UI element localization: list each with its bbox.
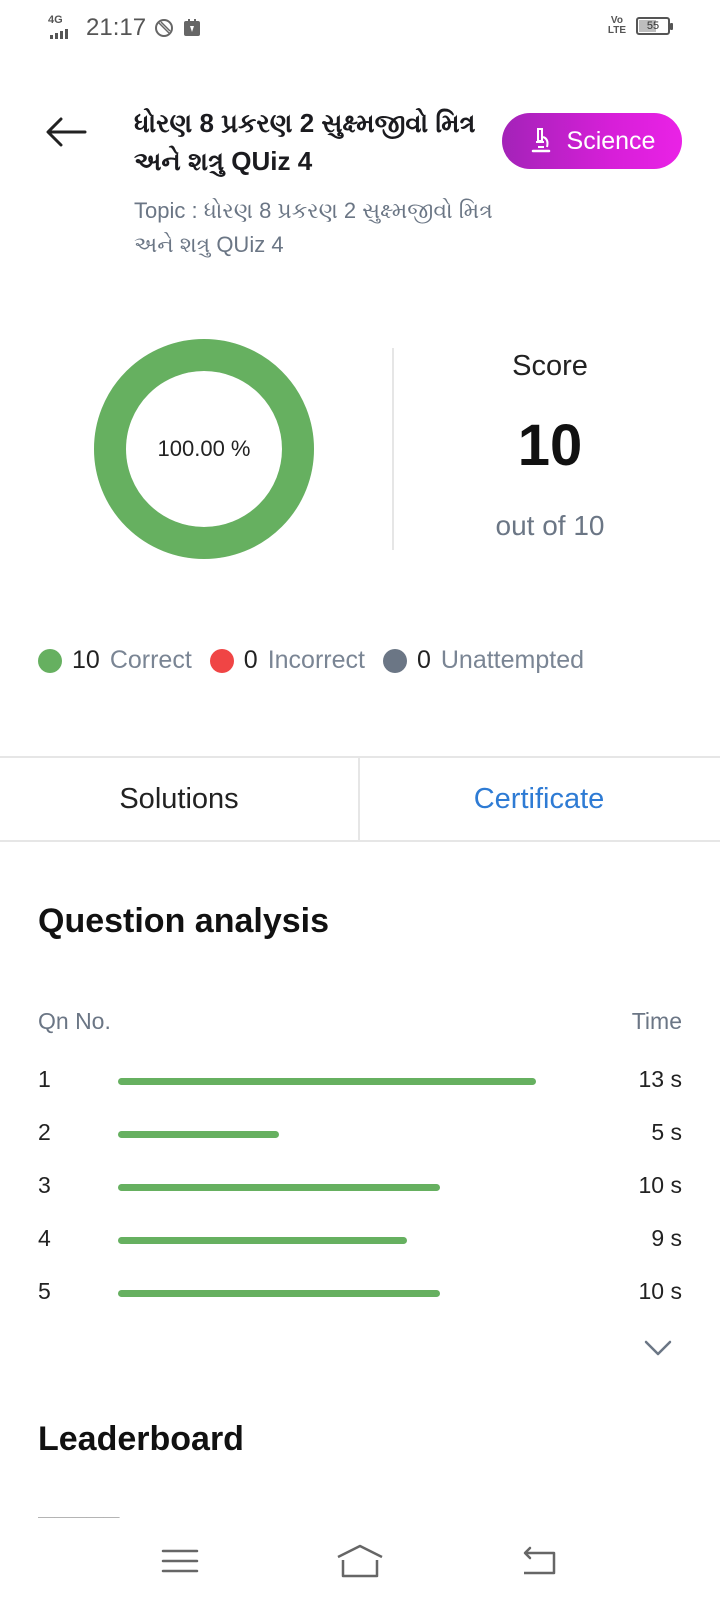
question-number: 4 [38,1225,51,1251]
time-bar [118,1290,440,1297]
nav-home-button[interactable] [330,1538,390,1584]
incorrect-count: 0 [243,646,258,674]
microscope-icon [531,128,550,153]
status-time: 21:17 [86,14,147,41]
leaderboard-header-cutoff: ───── [38,1500,678,1518]
time-bar [118,1184,440,1191]
data-saver-icon [154,18,174,38]
question-time: 5 s [651,1119,682,1145]
question-row: 3 10 s [38,1168,682,1208]
score-donut: 100.00 % [92,337,316,561]
question-time: 10 s [638,1278,682,1304]
score-percent: 100.00 % [157,436,251,461]
time-bar [118,1078,536,1085]
home-icon [337,1544,383,1578]
volte-icon: Vo LTE [607,15,626,36]
time-column-header: Time [631,1008,682,1034]
question-row: 5 10 s [38,1274,682,1314]
network-signal-icon: 4G [48,15,78,41]
score-divider [392,348,394,550]
score-out-of: out of 10 [495,510,605,541]
battery-level: 55 [646,20,660,32]
unattempted-count: 0 [416,646,431,674]
nav-menu-button[interactable] [150,1538,210,1584]
quiz-title: ધોરણ 8 પ્રકરણ 2 સુક્ષ્મજીવો મિત્ર અને શત… [134,108,476,176]
time-bar [118,1237,407,1244]
correct-count: 10 [72,646,100,674]
battery-icon: 55 [636,17,673,35]
status-right: Vo LTE 55 [607,15,673,36]
tab-solutions[interactable]: Solutions [0,758,360,840]
tab-certificate[interactable]: Certificate [360,758,718,840]
expand-questions-button[interactable] [640,1334,676,1362]
quiz-result-screen: 4G 21:17 Vo LTE 55 ધોરણ 8 પ્રકરણ 2 સુક્ષ્… [0,0,720,1600]
question-row: 1 13 s [38,1062,682,1102]
question-time: 9 s [651,1225,682,1251]
arrow-left-icon [46,117,87,147]
system-nav-bar [0,1518,720,1600]
time-bar [118,1131,279,1138]
unattempted-dot [382,648,407,673]
question-number: 2 [38,1119,51,1145]
notification-app-icon [182,18,202,38]
incorrect-dot [209,648,234,673]
qn-column-header: Qn No. [38,1008,111,1034]
question-time: 10 s [638,1172,682,1198]
unattempted-label: Unattempted [440,646,584,674]
question-number: 3 [38,1172,51,1198]
topic-label: Topic : [134,198,198,223]
cutoff-text: ───── [38,1504,120,1518]
score-value: 10 [517,413,583,478]
question-time: 13 s [638,1066,682,1092]
topic-line: Topic : ધોરણ 8 પ્રકરણ 2 સુક્ષ્મજીવો મિત્… [134,194,494,262]
correct-label: Correct [109,646,192,674]
status-bar: 4G 21:17 Vo LTE 55 [0,0,720,58]
menu-icon [161,1549,199,1573]
question-number: 1 [38,1066,51,1092]
subject-chip[interactable]: Science [502,113,682,169]
question-number: 5 [38,1278,51,1304]
leaderboard-title: Leaderboard [38,1420,244,1458]
correct-dot [38,648,62,673]
question-analysis-title: Question analysis [38,902,329,940]
question-row: 4 9 s [38,1221,682,1261]
nav-back-button[interactable] [508,1538,568,1584]
question-row: 2 5 s [38,1115,682,1155]
network-type: 4G [48,14,63,26]
back-icon [523,1546,556,1575]
incorrect-label: Incorrect [267,646,365,674]
chevron-down-icon [644,1340,672,1356]
subject-label: Science [566,126,656,155]
back-button[interactable] [42,108,90,156]
answer-legend: 10 Correct 0 Incorrect 0 Unattempted [38,646,602,675]
score-label: Score [512,350,588,382]
result-tabs: Solutions Certificate [0,756,720,842]
status-left: 4G 21:17 [48,14,202,42]
